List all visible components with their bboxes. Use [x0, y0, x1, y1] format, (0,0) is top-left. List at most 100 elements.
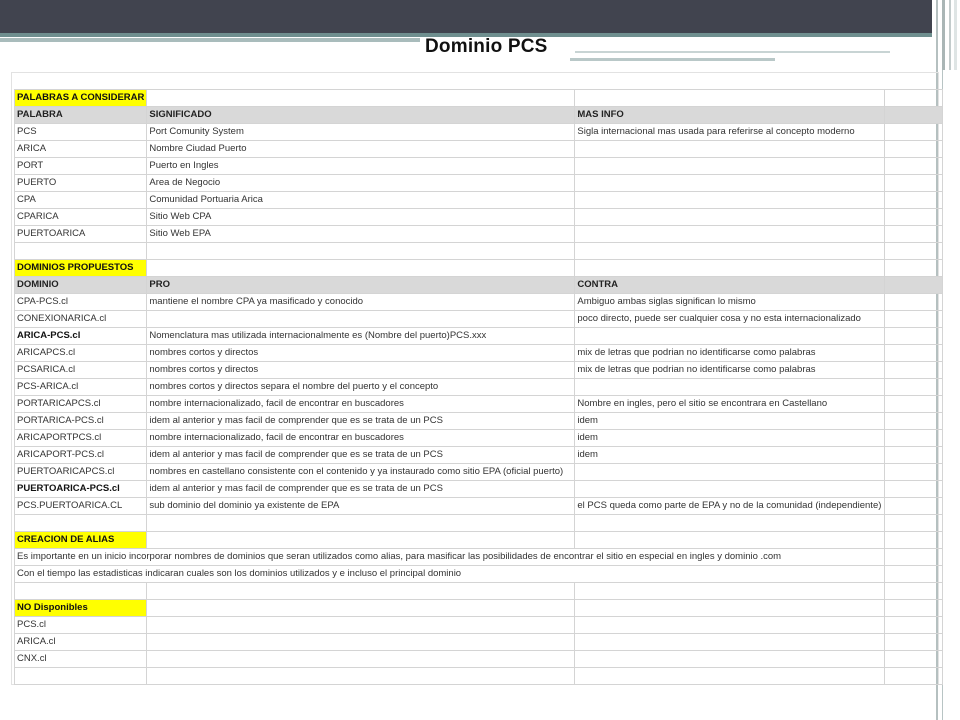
table-cell: PUERTOARICA [13, 225, 148, 243]
table-cell [146, 259, 576, 277]
table-row: PCS.PUERTOARICA.CL sub dominio del domini… [13, 497, 944, 515]
table-cell [884, 429, 944, 447]
table-cell [884, 446, 944, 464]
table-cell: idem [574, 446, 886, 464]
table-cell [574, 463, 886, 481]
table-cell [884, 582, 944, 600]
table-cell: sub dominio del dominio ya existente de … [146, 497, 576, 515]
table-cell: ARICAPORT-PCS.cl [13, 446, 148, 464]
table-cell [574, 191, 886, 209]
section-label: PALABRAS A CONSIDERAR [13, 89, 148, 107]
header-accent-line-short [0, 38, 420, 42]
table-cell: nombres cortos y directos [146, 361, 576, 379]
table-cell [884, 514, 944, 532]
table-cell: ARICA.cl [13, 633, 148, 651]
table-row: PORT Puerto en Ingles [13, 157, 944, 175]
column-header: SIGNIFICADO [146, 106, 576, 124]
table-cell [574, 157, 886, 175]
table-cell [146, 531, 576, 549]
table-cell [884, 480, 944, 498]
table-cell: ARICA-PCS.cl [13, 327, 148, 345]
table-cell: ARICA [13, 140, 148, 158]
table-cell: CPA-PCS.cl [13, 293, 148, 311]
table-cell: Sitio Web EPA [146, 225, 576, 243]
table-cell [13, 514, 148, 532]
table-cell: PORTARICAPCS.cl [13, 395, 148, 413]
table-cell [13, 582, 148, 600]
table-cell: CONEXIONARICA.cl [13, 310, 148, 328]
table-cell [884, 497, 944, 515]
table-cell [884, 531, 944, 549]
table-cell [884, 548, 944, 566]
table-row [13, 514, 944, 532]
table-cell: CPA [13, 191, 148, 209]
column-header: DOMINIO [13, 276, 148, 294]
table-cell: nombres cortos y directos separa el nomb… [146, 378, 576, 396]
table-cell [884, 327, 944, 345]
table-cell [146, 616, 576, 634]
table-cell: Nombre Ciudad Puerto [146, 140, 576, 158]
table-cell [574, 327, 886, 345]
table-cell [574, 616, 886, 634]
table-cell [574, 378, 886, 396]
table-cell [884, 667, 944, 685]
note-text: Con el tiempo las estadisticas indicaran… [13, 565, 886, 583]
table-cell: idem al anterior y mas facil de comprend… [146, 412, 576, 430]
table-cell: PUERTOARICA-PCS.cl [13, 480, 148, 498]
table-cell: nombres cortos y directos [146, 344, 576, 362]
title-underline-short [570, 58, 775, 61]
table-row [13, 582, 944, 600]
table-cell: idem al anterior y mas facil de comprend… [146, 446, 576, 464]
table-cell [884, 89, 944, 107]
table-cell: Ambiguo ambas siglas significan lo mismo [574, 293, 886, 311]
table-cell: PCS.PUERTOARICA.CL [13, 497, 148, 515]
table-cell [574, 89, 886, 107]
table-cell: PUERTOARICAPCS.cl [13, 463, 148, 481]
table-row: Con el tiempo las estadisticas indicaran… [13, 565, 944, 583]
table-cell [884, 565, 944, 583]
table-row: PORTARICA-PCS.cl idem al anterior y mas f… [13, 412, 944, 430]
table-row: PORTARICAPCS.cl nombre internacionalizado… [13, 395, 944, 413]
table-row: DOMINIOS PROPUESTOS [13, 259, 944, 277]
table-cell: Nomenclatura mas utilizada internacional… [146, 327, 576, 345]
table-cell [884, 463, 944, 481]
table-cell [884, 106, 944, 124]
table-row: CREACION DE ALIAS [13, 531, 944, 549]
table-cell: Sitio Web CPA [146, 208, 576, 226]
table-cell [884, 616, 944, 634]
column-header: MAS INFO [574, 106, 886, 124]
table-cell [884, 344, 944, 362]
section-label: DOMINIOS PROPUESTOS [13, 259, 148, 277]
table-row: ARICA.cl [13, 633, 944, 651]
table-row: PALABRA SIGNIFICADO MAS INFO [13, 106, 944, 124]
table-cell: mix de letras que podrian no identificar… [574, 361, 886, 379]
table-cell: PORTARICA-PCS.cl [13, 412, 148, 430]
section-label: CREACION DE ALIAS [13, 531, 148, 549]
table-cell: ARICAPCS.cl [13, 344, 148, 362]
table-row: PALABRAS A CONSIDERAR [13, 89, 944, 107]
table-cell [146, 599, 576, 617]
table-cell: CNX.cl [13, 650, 148, 668]
table-cell: poco directo, puede ser cualquier cosa y… [574, 310, 886, 328]
table-cell: nombre internacionalizado, facil de enco… [146, 395, 576, 413]
table-row: PCS.cl [13, 616, 944, 634]
table-row: ARICAPCS.cl nombres cortos y directos mix … [13, 344, 944, 362]
table-cell: PCS-ARICA.cl [13, 378, 148, 396]
table-cell [574, 225, 886, 243]
table-row: CPA-PCS.cl mantiene el nombre CPA ya masi… [13, 293, 944, 311]
table-row: CNX.cl [13, 650, 944, 668]
table-cell [884, 157, 944, 175]
table-cell [574, 650, 886, 668]
table-row [13, 242, 944, 260]
table-cell [884, 310, 944, 328]
table-cell [146, 310, 576, 328]
table-cell [884, 123, 944, 141]
table-cell [146, 514, 576, 532]
table-cell: mix de letras que podrian no identificar… [574, 344, 886, 362]
table-cell [146, 582, 576, 600]
table-cell [884, 378, 944, 396]
table-cell [574, 531, 886, 549]
table-row: PUERTOARICA Sitio Web EPA [13, 225, 944, 243]
table-cell: idem [574, 412, 886, 430]
table-cell [146, 667, 576, 685]
